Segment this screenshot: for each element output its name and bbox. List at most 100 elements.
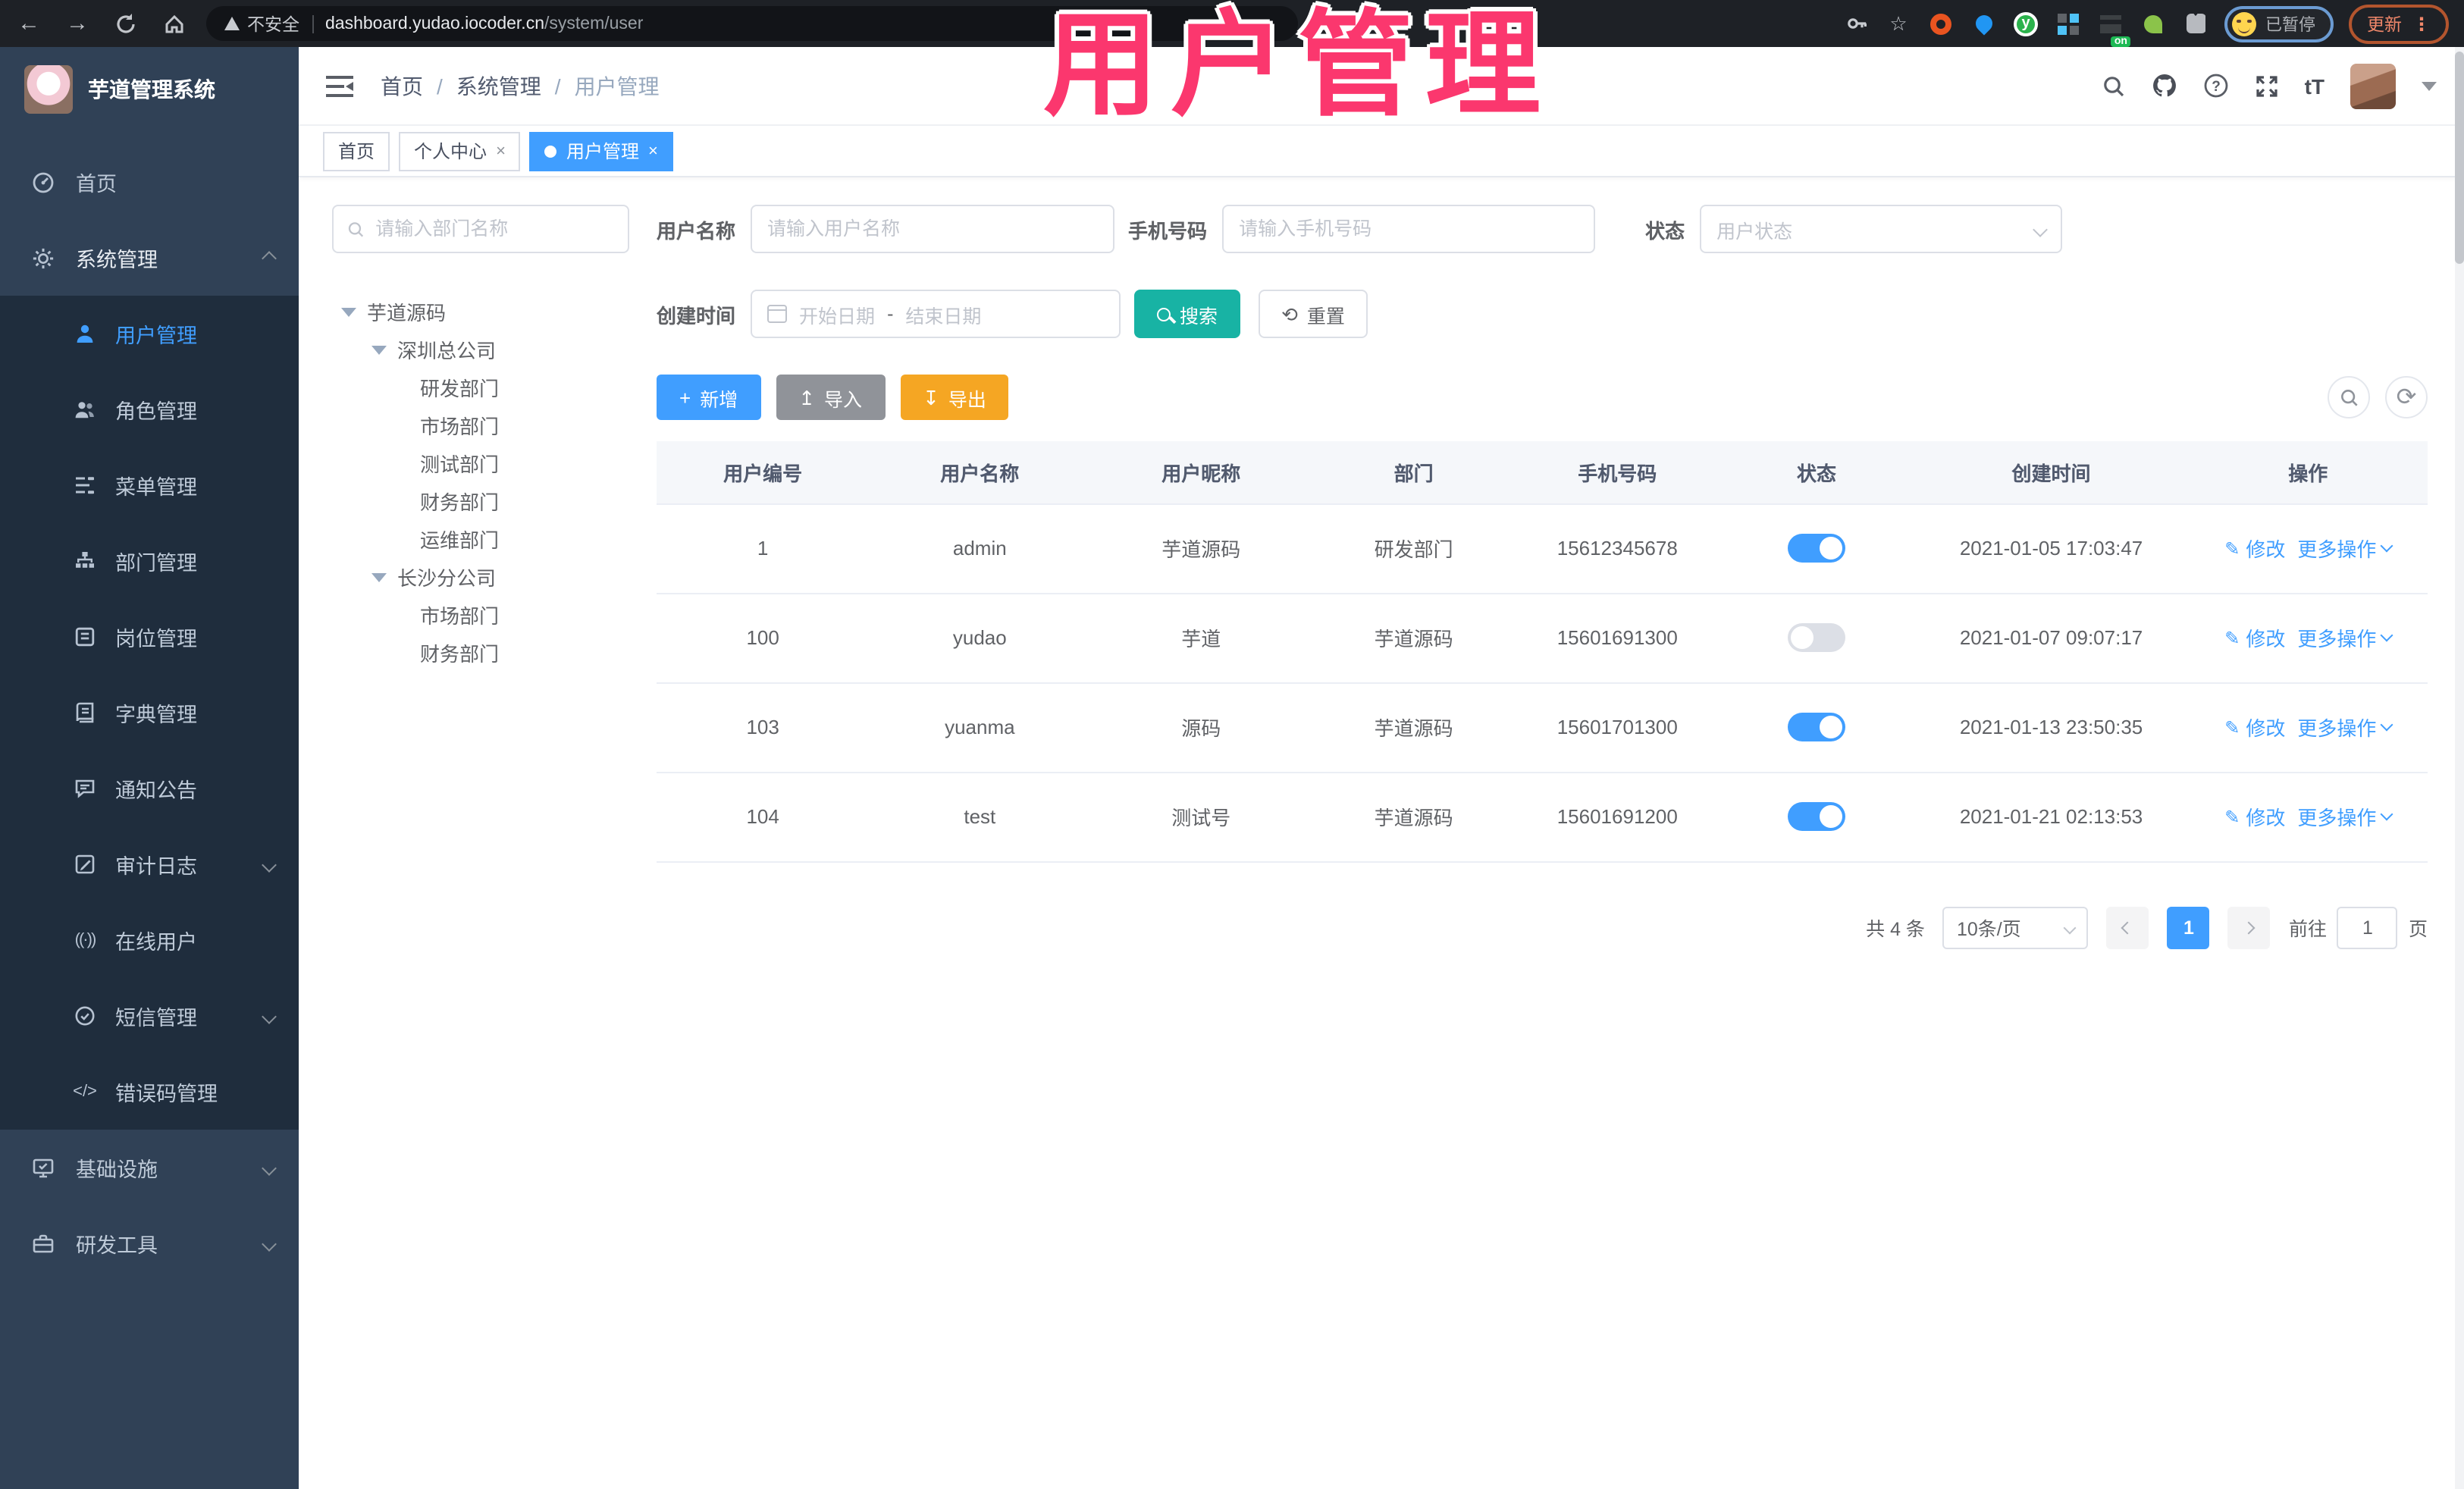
mobile-filter-field[interactable] <box>1222 205 1596 253</box>
sidebar-item-post-management[interactable]: 岗位管理 <box>0 599 299 675</box>
tree-node-leaf[interactable]: 市场部门 <box>332 596 629 634</box>
browser-back-icon[interactable]: ← <box>15 10 42 37</box>
edit-link[interactable]: ✎ 修改 <box>2224 713 2285 741</box>
close-icon[interactable]: × <box>496 142 506 160</box>
import-button[interactable]: ↥ 导入 <box>776 375 886 420</box>
dept-search-input[interactable] <box>375 218 614 240</box>
more-actions-link[interactable]: 更多操作 <box>2297 802 2393 831</box>
tree-node-branch[interactable]: 长沙分公司 <box>332 558 629 596</box>
next-page-button[interactable] <box>2227 906 2271 948</box>
dept-search-box[interactable] <box>332 205 629 253</box>
status-toggle[interactable] <box>1788 623 1846 652</box>
edit-link[interactable]: ✎ 修改 <box>2224 802 2285 831</box>
col-header-nickname: 用户昵称 <box>1090 441 1312 504</box>
tree-node-leaf[interactable]: 测试部门 <box>332 444 629 482</box>
search-icon <box>1157 307 1171 321</box>
address-bar[interactable]: 不安全 dashboard.yudao.iocoder.cn /system/u… <box>206 6 1298 41</box>
sidebar-item-menu-management[interactable]: 菜单管理 <box>0 447 299 523</box>
bookmark-star-icon[interactable]: ☆ <box>1885 10 1912 37</box>
tree-node-root[interactable]: 芋道源码 <box>332 293 629 331</box>
refresh-table-button[interactable]: ⟳ <box>2385 376 2428 418</box>
status-select[interactable]: 用户状态 <box>1700 205 2063 253</box>
browser-reload-icon[interactable] <box>112 10 140 37</box>
goto-page-input[interactable] <box>2337 906 2398 948</box>
sidebar-item-sms-management[interactable]: 短信管理 <box>0 978 299 1054</box>
extension-squares-icon[interactable] <box>2055 10 2082 37</box>
tree-node-branch[interactable]: 深圳总公司 <box>332 331 629 368</box>
prev-page-button[interactable] <box>2106 906 2149 948</box>
sidebar-item-role-management[interactable]: 角色管理 <box>0 371 299 447</box>
tab-user-management[interactable]: 用户管理 × <box>529 131 673 171</box>
tree-caret-icon[interactable] <box>371 572 387 581</box>
avatar-caret-icon[interactable] <box>2422 81 2437 90</box>
breadcrumb-system[interactable]: 系统管理 <box>456 71 541 101</box>
sidebar-item-error-code-management[interactable]: </> 错误码管理 <box>0 1054 299 1130</box>
page-size-select[interactable]: 10条/页 <box>1942 906 2089 948</box>
status-toggle[interactable] <box>1788 713 1846 741</box>
breadcrumb-home[interactable]: 首页 <box>381 71 423 101</box>
more-actions-link[interactable]: 更多操作 <box>2297 713 2393 741</box>
username-filter-field[interactable] <box>751 205 1115 253</box>
help-icon[interactable]: ? <box>2203 73 2229 99</box>
tree-node-leaf[interactable]: 研发部门 <box>332 368 629 406</box>
tree-node-leaf[interactable]: 市场部门 <box>332 406 629 444</box>
extension-ubuntu-icon[interactable] <box>1927 10 1955 37</box>
sidebar-item-dev-tools[interactable]: 研发工具 <box>0 1205 299 1281</box>
github-icon[interactable] <box>2152 73 2177 99</box>
export-button[interactable]: ↧ 导出 <box>900 375 1009 420</box>
username-input[interactable] <box>767 218 1099 240</box>
extensions-puzzle-icon[interactable] <box>2182 10 2209 37</box>
date-range-picker[interactable]: 开始日期 - 结束日期 <box>751 290 1121 338</box>
add-button[interactable]: + 新增 <box>657 375 761 420</box>
edit-link[interactable]: ✎ 修改 <box>2224 534 2285 563</box>
font-size-icon[interactable]: tT <box>2305 74 2324 98</box>
password-key-icon[interactable] <box>1842 10 1870 37</box>
sidebar-item-notice-announcement[interactable]: 通知公告 <box>0 751 299 826</box>
more-actions-link[interactable]: 更多操作 <box>2297 623 2393 652</box>
status-toggle[interactable] <box>1788 534 1846 563</box>
header-search-icon[interactable] <box>2102 74 2126 98</box>
scrollbar-thumb[interactable] <box>2455 52 2464 264</box>
browser-menu-dots-icon[interactable]: ⋮ <box>2412 13 2431 34</box>
browser-update-button[interactable]: 更新 ⋮ <box>2349 4 2449 43</box>
extension-y-icon[interactable]: y <box>2012 10 2039 37</box>
mobile-input[interactable] <box>1239 218 1579 240</box>
tab-home[interactable]: 首页 <box>323 131 390 171</box>
edit-link[interactable]: ✎ 修改 <box>2224 623 2285 652</box>
tree-node-leaf[interactable]: 财务部门 <box>332 634 629 672</box>
tree-caret-icon[interactable] <box>341 307 356 316</box>
sidebar-item-home[interactable]: 首页 <box>0 144 299 220</box>
extension-tabs-on-icon[interactable]: on <box>2097 10 2130 46</box>
extension-drop-icon[interactable] <box>1970 10 1997 37</box>
app-logo-row[interactable]: 芋道管理系统 <box>0 47 299 132</box>
browser-forward-icon[interactable]: → <box>64 10 91 37</box>
fullscreen-icon[interactable] <box>2255 74 2279 98</box>
user-avatar[interactable] <box>2350 63 2396 108</box>
current-page-button[interactable]: 1 <box>2167 906 2210 948</box>
sidebar-item-user-management[interactable]: 用户管理 <box>0 296 299 371</box>
sidebar-item-online-users[interactable]: ((·)) 在线用户 <box>0 902 299 978</box>
window-scrollbar[interactable] <box>2455 47 2464 1489</box>
refresh-icon: ⟲ <box>1281 303 1298 325</box>
sidebar-collapse-icon[interactable] <box>326 75 353 96</box>
sidebar-item-system-management[interactable]: 系统管理 <box>0 220 299 296</box>
reset-button[interactable]: ⟲ 重置 <box>1259 290 1368 338</box>
tree-node-leaf[interactable]: 财务部门 <box>332 482 629 520</box>
extension-green-key-icon[interactable] <box>2140 10 2167 37</box>
sidebar-item-infrastructure[interactable]: 基础设施 <box>0 1130 299 1205</box>
close-icon[interactable]: × <box>648 142 658 160</box>
status-toggle[interactable] <box>1788 802 1846 831</box>
browser-home-icon[interactable] <box>161 10 188 37</box>
sidebar-item-dept-management[interactable]: 部门管理 <box>0 523 299 599</box>
sidebar-item-audit-log[interactable]: 审计日志 <box>0 826 299 902</box>
sidebar-item-dict-management[interactable]: 字典管理 <box>0 675 299 751</box>
browser-profile-button[interactable]: 已暂停 <box>2224 5 2334 42</box>
user-table-panel: 用户名称 手机号码 状态 用户状态 <box>657 205 2428 1489</box>
dept-panel: 芋道源码 深圳总公司 研发部门 市场部门 测试部门 财务部门 运维部门 <box>332 205 629 1489</box>
tree-caret-icon[interactable] <box>371 345 387 354</box>
tree-node-leaf[interactable]: 运维部门 <box>332 520 629 558</box>
search-button[interactable]: 搜索 <box>1134 290 1241 338</box>
show-search-toggle-button[interactable] <box>2328 376 2370 418</box>
more-actions-link[interactable]: 更多操作 <box>2297 534 2393 563</box>
tab-profile[interactable]: 个人中心 × <box>399 131 521 171</box>
